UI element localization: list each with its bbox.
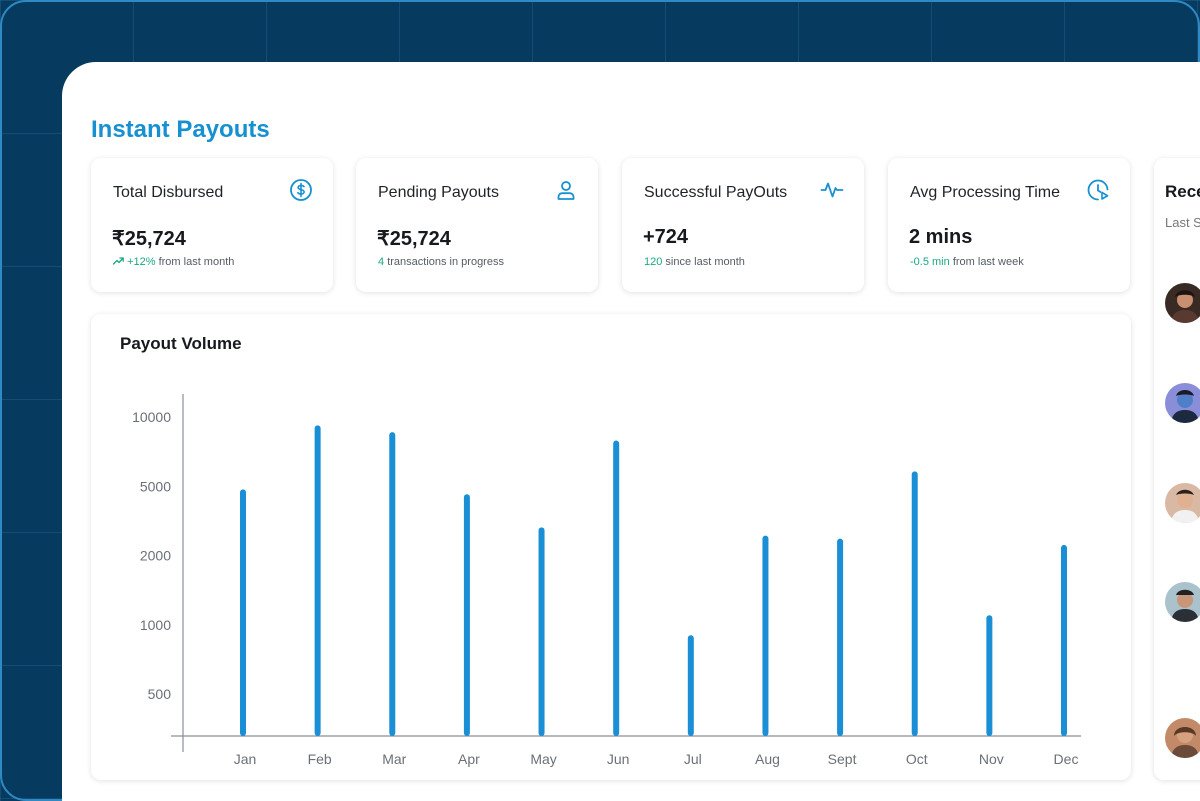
card-subtext: 120 since last month (644, 256, 745, 268)
bar-sept (837, 538, 844, 736)
bar-jul (687, 635, 694, 736)
card-subtext: 4 transactions in progress (378, 256, 504, 268)
x-tick-label: Dec (1054, 751, 1079, 767)
card-title: Total Disbursed (113, 184, 224, 201)
y-tick-label: 500 (148, 686, 172, 702)
side-panel-title: Rece (1165, 182, 1200, 201)
y-tick-label: 5000 (140, 478, 171, 494)
card-total-disbursed[interactable]: Total Disbursed ₹25,724 +12% from last m… (91, 158, 333, 292)
card-value: ₹25,724 (112, 228, 186, 250)
payout-volume-chart: 500 1000 2000 5000 10000 Jan Feb Mar Apr May Jun Ju… (132, 394, 1081, 767)
card-subtext: -0.5 min from last week (910, 256, 1024, 268)
bar-aug (762, 535, 769, 736)
dollar-circle-icon (290, 179, 312, 201)
card-subtext-label: from last month (158, 256, 235, 268)
card-value: +724 (643, 226, 689, 248)
avatar[interactable] (1165, 718, 1200, 758)
x-tick-label: Nov (979, 751, 1004, 767)
activity-icon (820, 182, 844, 198)
clock-play-icon (1087, 179, 1109, 201)
card-value: 2 mins (909, 226, 973, 248)
card-subtext-label: from last week (952, 256, 1024, 268)
card-subtext-label: transactions in progress (387, 256, 504, 268)
card-successful-payouts[interactable]: Successful PayOuts +724 120 since last m… (622, 158, 864, 292)
side-panel-subtitle: Last S (1165, 215, 1200, 230)
card-subtext-accent: 120 (644, 256, 663, 268)
x-tick-label: May (530, 751, 556, 767)
y-tick-label: 1000 (140, 617, 171, 633)
avatar[interactable] (1165, 483, 1200, 523)
card-value: ₹25,724 (377, 228, 451, 250)
x-tick-label: Oct (906, 751, 928, 767)
card-subtext: +12% from last month (112, 256, 235, 268)
bar-jan (240, 489, 246, 736)
x-tick-label: Sept (828, 751, 857, 767)
bar-jun (613, 440, 620, 736)
card-title: Pending Payouts (378, 184, 499, 201)
payout-volume-chart-card: Payout Volume 500 1000 2000 5000 10000 Jan Feb… (91, 314, 1131, 780)
x-tick-label: Jul (684, 751, 702, 767)
avatar[interactable] (1165, 383, 1200, 423)
x-tick-label: Apr (458, 751, 480, 767)
dashboard-panel: Instant Payouts Total Disbursed ₹25,724 … (62, 62, 1200, 801)
card-title: Successful PayOuts (644, 184, 788, 201)
card-pending-payouts[interactable]: Pending Payouts ₹25,724 4 transactions i… (356, 158, 598, 292)
x-tick-label: Aug (755, 751, 780, 767)
card-subtext-accent: -0.5 min (910, 256, 950, 268)
avatar[interactable] (1165, 582, 1200, 622)
user-icon (557, 181, 575, 200)
card-avg-processing-time[interactable]: Avg Processing Time 2 mins -0.5 min from… (888, 158, 1130, 292)
card-title: Avg Processing Time (910, 184, 1060, 201)
x-tick-label: Feb (308, 751, 332, 767)
x-tick-label: Jun (607, 751, 630, 767)
bar-may (538, 527, 545, 736)
bar-mar (389, 432, 396, 736)
bar-apr (463, 494, 470, 736)
card-subtext-accent: +12% (127, 256, 156, 268)
card-subtext-label: since last month (665, 256, 745, 268)
bar-feb (314, 425, 321, 736)
trend-up-icon (112, 257, 124, 265)
recent-activity-panel: Rece Last S (1154, 158, 1200, 780)
avatar[interactable] (1165, 283, 1200, 323)
x-tick-label: Mar (382, 751, 406, 767)
bar-nov (986, 615, 993, 736)
bar-oct (911, 471, 918, 736)
y-tick-label: 10000 (132, 409, 171, 425)
y-tick-label: 2000 (140, 548, 171, 564)
page-title: Instant Payouts (91, 116, 270, 143)
card-subtext-accent: 4 (378, 256, 385, 268)
bar-dec (1061, 544, 1067, 736)
x-tick-label: Jan (234, 751, 257, 767)
